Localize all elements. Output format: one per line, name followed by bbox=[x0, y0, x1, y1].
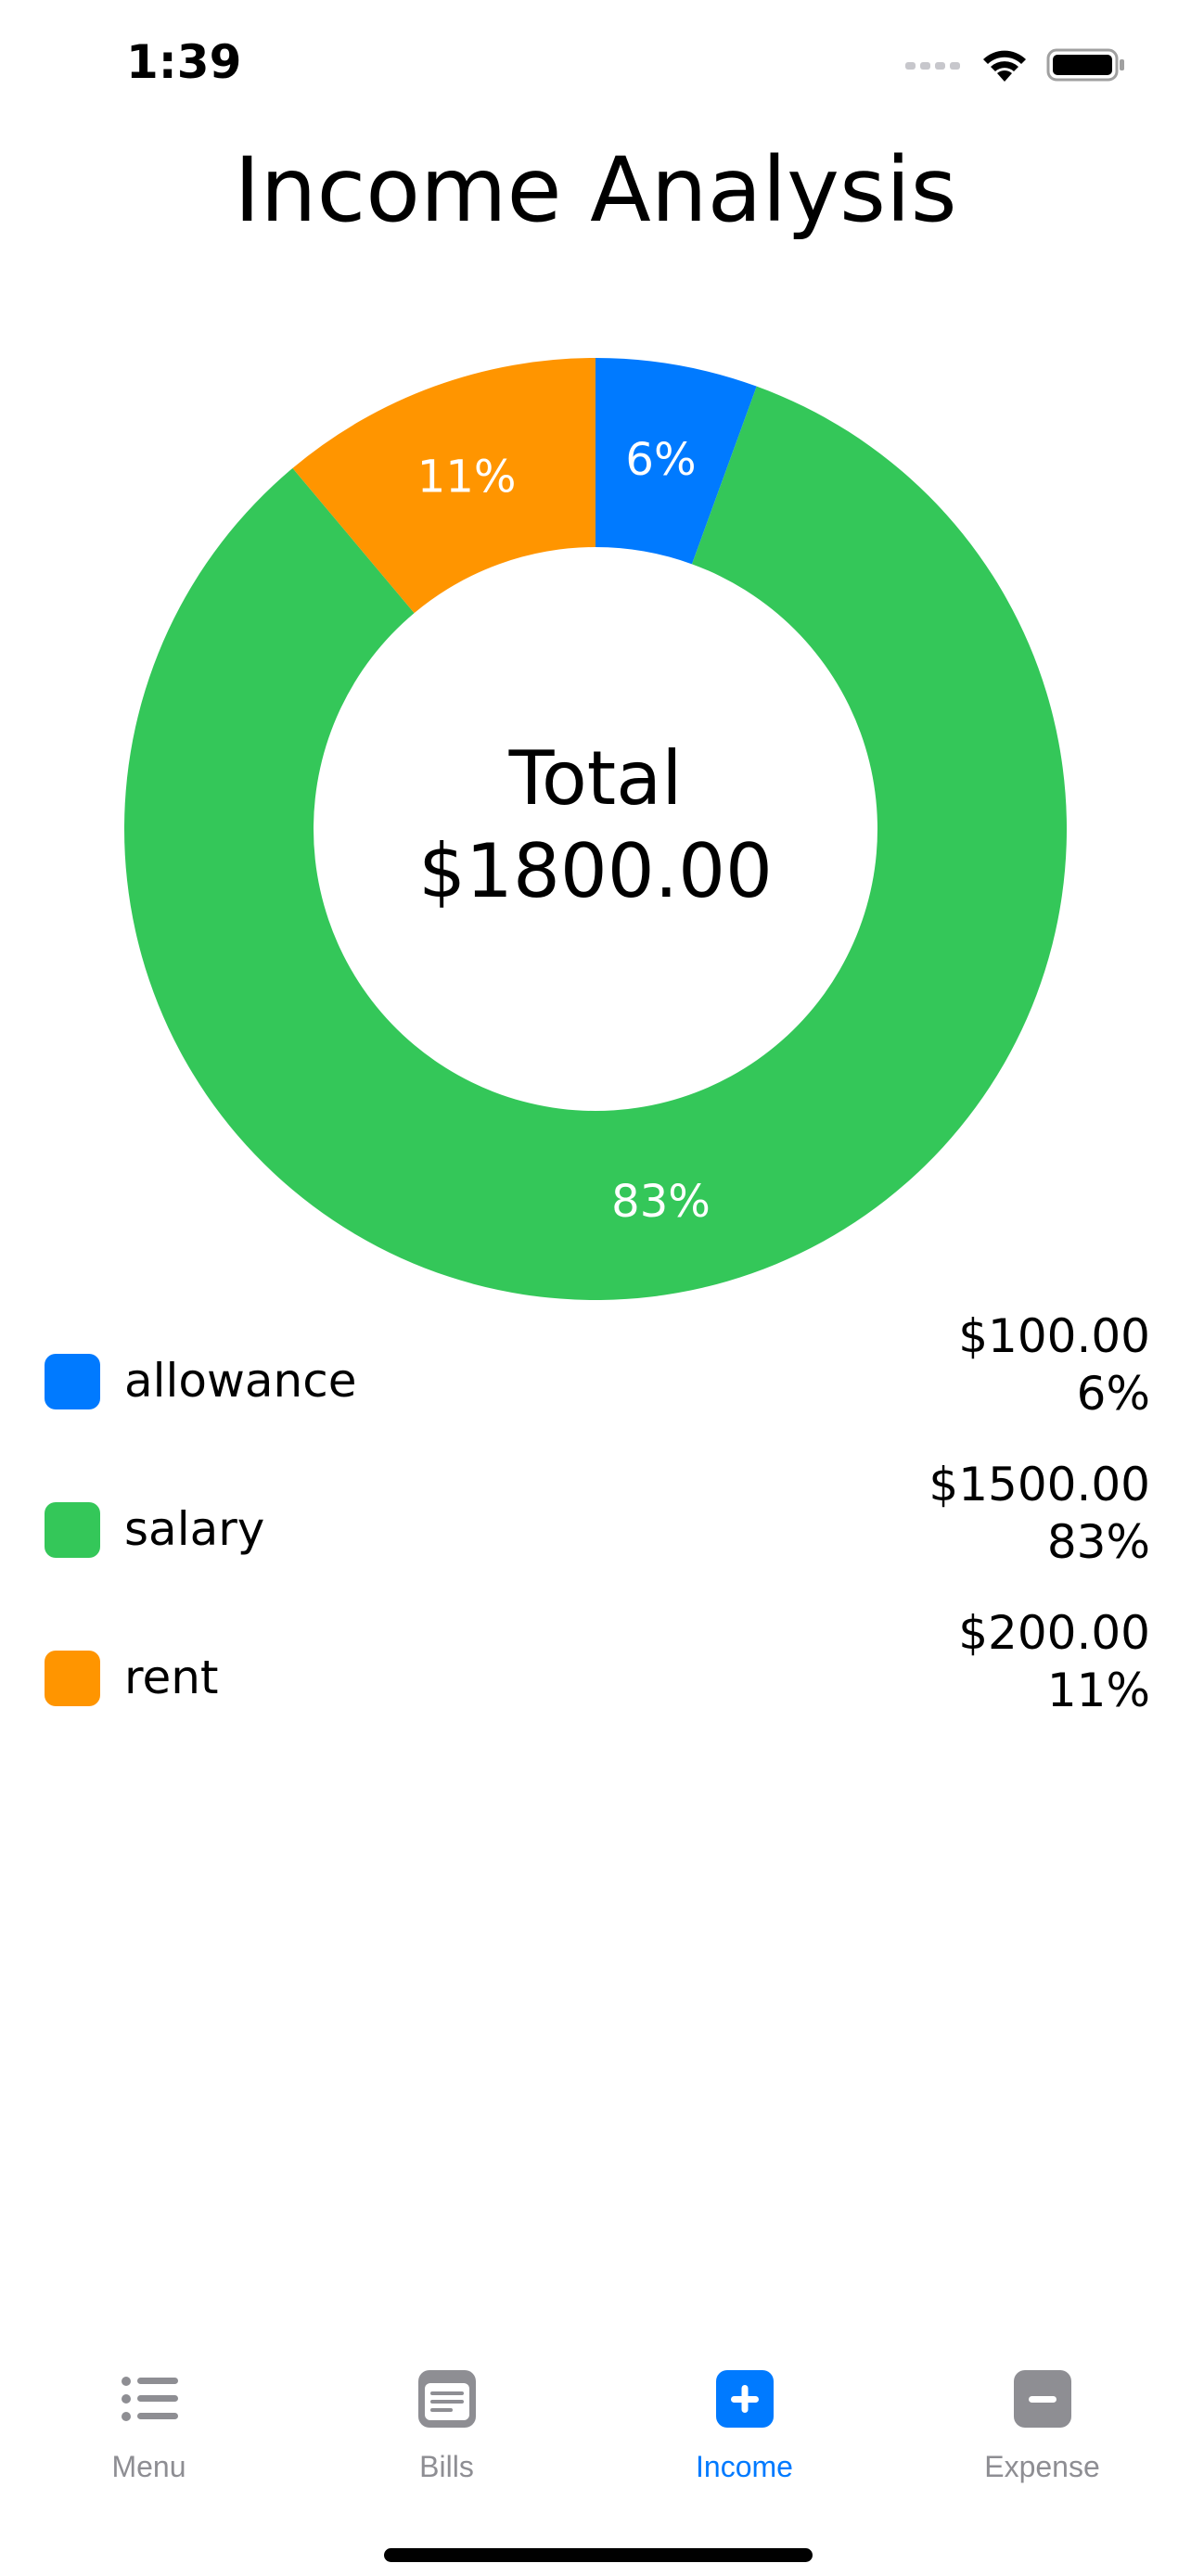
tab-expense[interactable]: Expense bbox=[893, 2355, 1191, 2504]
legend-swatch-salary bbox=[45, 1502, 100, 1558]
legend-name: rent bbox=[124, 1651, 219, 1704]
tab-menu[interactable]: Menu bbox=[0, 2355, 298, 2504]
legend-swatch-rent bbox=[45, 1651, 100, 1706]
minus-square-icon bbox=[1012, 2368, 1073, 2429]
tab-bills[interactable]: Bills bbox=[298, 2355, 596, 2504]
legend-percent: 83% bbox=[1046, 1515, 1150, 1569]
tab-bar: Menu Bills Income Expense bbox=[0, 2355, 1191, 2504]
donut-slice-label-allowance: 6% bbox=[625, 434, 696, 486]
tab-income[interactable]: Income bbox=[596, 2355, 893, 2504]
status-time: 1:39 bbox=[126, 35, 242, 89]
tab-label: Bills bbox=[419, 2450, 474, 2483]
chart-center-amount: $1800.00 bbox=[418, 828, 773, 914]
legend-value: $1500.00 83% bbox=[928, 1456, 1150, 1571]
status-icons bbox=[905, 46, 1126, 88]
plus-square-icon bbox=[714, 2368, 775, 2429]
battery-icon bbox=[1046, 46, 1126, 88]
legend-row-salary: salary $1500.00 83% bbox=[0, 1456, 1191, 1604]
donut-slice-label-rent: 11% bbox=[417, 451, 517, 503]
legend-amount: $1500.00 bbox=[928, 1458, 1150, 1511]
legend-amount: $100.00 bbox=[958, 1309, 1150, 1363]
tab-label: Income bbox=[696, 2450, 793, 2483]
bills-icon bbox=[416, 2368, 478, 2429]
page-title: Income Analysis bbox=[234, 138, 957, 242]
income-donut-chart: 6% 83% 11% Total $1800.00 bbox=[0, 343, 1191, 1317]
legend-name: salary bbox=[124, 1502, 265, 1556]
wifi-icon bbox=[980, 46, 1030, 88]
home-indicator bbox=[384, 2548, 813, 2562]
legend-percent: 11% bbox=[1046, 1664, 1150, 1717]
status-bar: 1:39 bbox=[0, 0, 1191, 130]
legend-row-allowance: allowance $100.00 6% bbox=[0, 1307, 1191, 1456]
donut-slice-label-salary: 83% bbox=[611, 1176, 711, 1228]
chart-center-title: Total bbox=[508, 735, 683, 822]
legend-percent: 6% bbox=[1076, 1367, 1150, 1421]
legend-amount: $200.00 bbox=[958, 1606, 1150, 1660]
legend-value: $200.00 11% bbox=[958, 1604, 1150, 1719]
legend-row-rent: rent $200.00 11% bbox=[0, 1604, 1191, 1753]
legend-value: $100.00 6% bbox=[958, 1307, 1150, 1422]
legend-name: allowance bbox=[124, 1354, 357, 1408]
cellular-signal-icon bbox=[905, 57, 963, 77]
list-icon bbox=[119, 2368, 180, 2429]
tab-label: Menu bbox=[111, 2450, 186, 2483]
legend-swatch-allowance bbox=[45, 1354, 100, 1409]
tab-label: Expense bbox=[984, 2450, 1100, 2483]
